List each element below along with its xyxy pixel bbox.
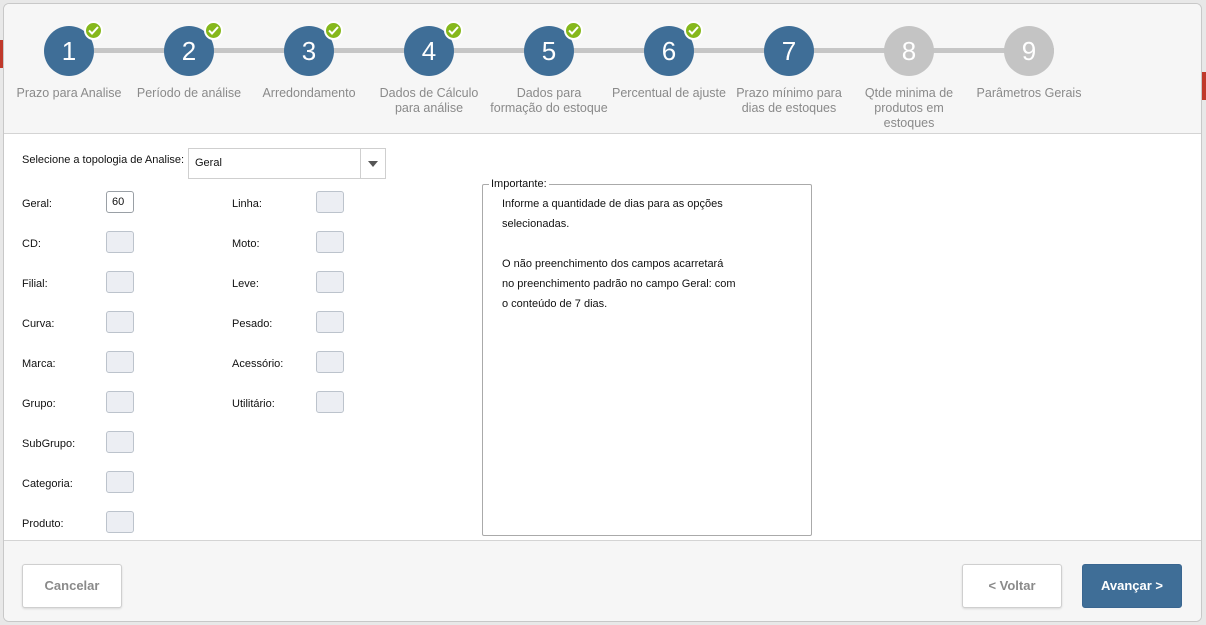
modal-footer: Cancelar < Voltar Avançar > <box>4 540 1201 621</box>
wizard-step-8[interactable]: 8 Qtde minima de produtos em estoques <box>844 4 974 133</box>
step-label: Período de análise <box>136 86 242 100</box>
field-label-cd: CD: <box>22 238 41 250</box>
step-label: Dados de Cálculo para análise <box>379 86 479 115</box>
cancel-button[interactable]: Cancelar <box>22 564 122 608</box>
step-label: Percentual de ajuste <box>612 86 726 100</box>
notice-line: O não preenchimento dos campos acarretar… <box>502 258 724 270</box>
form-content: Selecione a topologia de Analise: Geral … <box>4 134 1201 540</box>
subgrupo-input[interactable] <box>106 431 134 453</box>
utilitario-input[interactable] <box>316 391 344 413</box>
step-label: Parâmetros Gerais <box>976 86 1082 100</box>
step-label: Dados para formação do estoque <box>490 86 608 115</box>
pesado-input[interactable] <box>316 311 344 333</box>
field-label-filial: Filial: <box>22 278 48 290</box>
check-icon <box>324 21 343 40</box>
wizard-modal: 1 Prazo para Analise 2 Período de anális… <box>3 3 1202 622</box>
step-number: 7 <box>764 26 814 76</box>
curva-input[interactable] <box>106 311 134 333</box>
check-icon <box>684 21 703 40</box>
field-label-moto: Moto: <box>232 238 260 250</box>
field-label-produto: Produto: <box>22 518 64 530</box>
topology-select[interactable]: Geral <box>188 148 386 179</box>
field-label-categoria: Categoria: <box>22 478 73 490</box>
wizard-steps: 1 Prazo para Analise 2 Período de anális… <box>4 4 1201 134</box>
acessorio-input[interactable] <box>316 351 344 373</box>
produto-input[interactable] <box>106 511 134 533</box>
check-icon <box>444 21 463 40</box>
select-divider <box>360 149 361 178</box>
notice-line: no preenchimento padrão no campo Geral: … <box>502 278 736 290</box>
field-label-utilitario: Utilitário: <box>232 398 275 410</box>
wizard-step-1[interactable]: 1 Prazo para Analise <box>4 4 134 133</box>
check-icon <box>204 21 223 40</box>
grupo-input[interactable] <box>106 391 134 413</box>
filial-input[interactable] <box>106 271 134 293</box>
notice-line: o conteúdo de 7 dias. <box>502 298 608 310</box>
field-label-pesado: Pesado: <box>232 318 273 330</box>
step-label: Arredondamento <box>262 86 356 100</box>
field-label-geral: Geral: <box>22 198 52 210</box>
field-label-acessorio: Acessório: <box>232 358 284 370</box>
linha-input[interactable] <box>316 191 344 213</box>
check-icon <box>564 21 583 40</box>
marca-input[interactable] <box>106 351 134 373</box>
field-label-leve: Leve: <box>232 278 259 290</box>
wizard-step-3[interactable]: 3 Arredondamento <box>244 4 374 133</box>
geral-input[interactable]: 60 <box>106 191 134 213</box>
step-number: 8 <box>884 26 934 76</box>
topology-label: Selecione a topologia de Analise: <box>22 154 185 166</box>
wizard-step-5[interactable]: 5 Dados para formação do estoque <box>484 4 614 133</box>
moto-input[interactable] <box>316 231 344 253</box>
topology-selected-value: Geral <box>195 157 222 169</box>
field-label-linha: Linha: <box>232 198 262 210</box>
notice-line: Informe a quantidade de dias para as opç… <box>502 198 723 210</box>
important-notice: Importante: Informe a quantidade de dias… <box>482 178 812 536</box>
wizard-step-9[interactable]: 9 Parâmetros Gerais <box>964 4 1094 133</box>
chevron-down-icon[interactable] <box>368 161 378 167</box>
step-number: 9 <box>1004 26 1054 76</box>
wizard-step-7[interactable]: 7 Prazo mínimo para dias de estoques <box>724 4 854 133</box>
next-button[interactable]: Avançar > <box>1082 564 1182 608</box>
field-label-subgrupo: SubGrupo: <box>22 438 76 450</box>
field-label-marca: Marca: <box>22 358 56 370</box>
cd-input[interactable] <box>106 231 134 253</box>
wizard-step-2[interactable]: 2 Período de análise <box>124 4 254 133</box>
field-label-curva: Curva: <box>22 318 55 330</box>
step-label: Qtde minima de produtos em estoques <box>864 86 954 130</box>
field-label-grupo: Grupo: <box>22 398 56 410</box>
step-label: Prazo mínimo para dias de estoques <box>736 86 842 115</box>
leve-input[interactable] <box>316 271 344 293</box>
wizard-step-4[interactable]: 4 Dados de Cálculo para análise <box>364 4 494 133</box>
wizard-step-6[interactable]: 6 Percentual de ajuste <box>604 4 734 133</box>
categoria-input[interactable] <box>106 471 134 493</box>
notice-line: selecionadas. <box>502 218 570 230</box>
back-button[interactable]: < Voltar <box>962 564 1062 608</box>
check-icon <box>84 21 103 40</box>
notice-legend: Importante: <box>489 178 549 190</box>
background-edge-right <box>1202 72 1206 100</box>
step-label: Prazo para Analise <box>16 86 122 100</box>
